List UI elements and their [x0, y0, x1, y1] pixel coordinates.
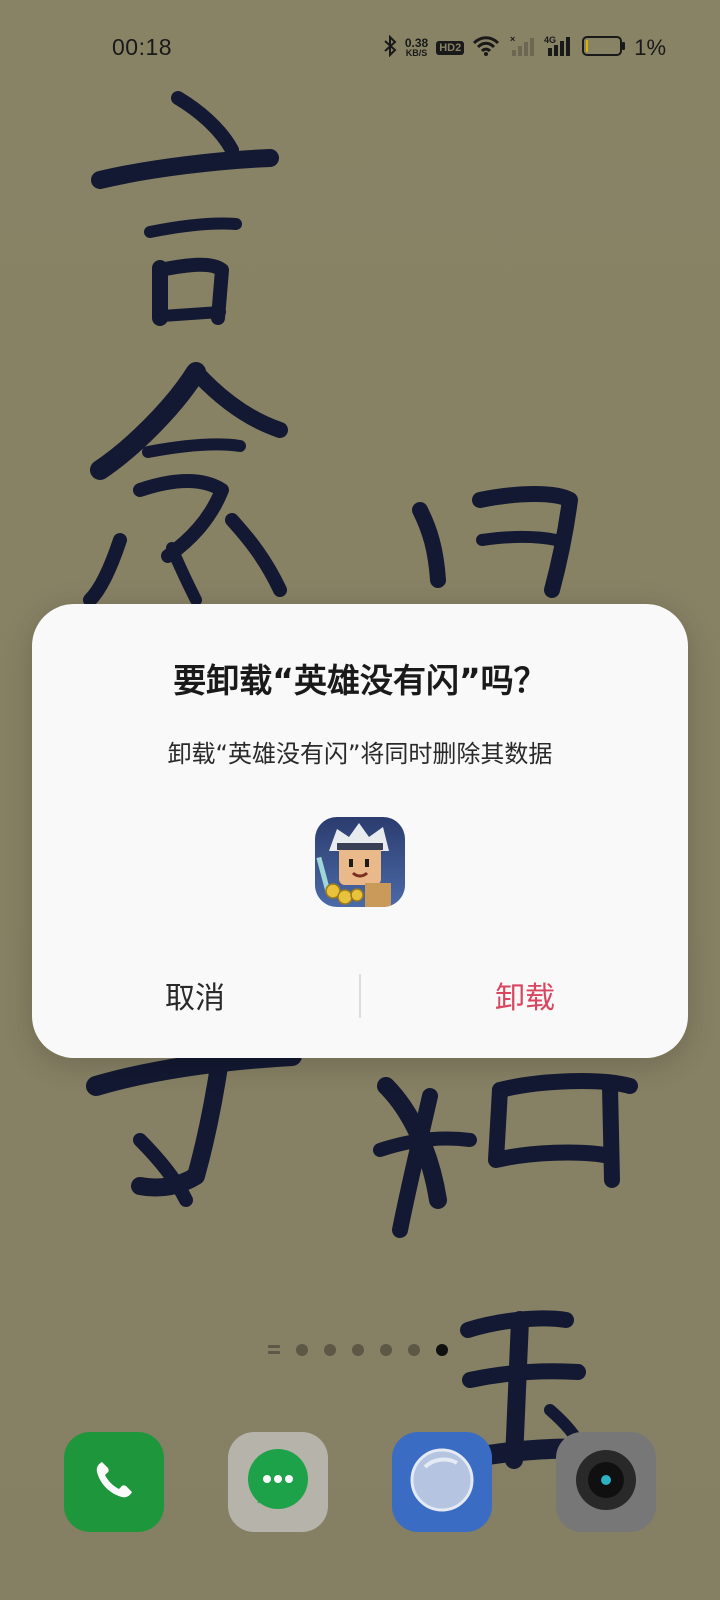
button-divider [359, 974, 361, 1018]
hero-game-app-icon [315, 817, 405, 907]
cancel-button[interactable]: 取消 [32, 970, 358, 1020]
dialog-message: 卸载“英雄没有闪”将同时删除其数据 [167, 740, 553, 768]
dialog-title: 要卸载“英雄没有闪”吗？ [173, 661, 547, 700]
uninstall-button[interactable]: 卸载 [362, 970, 688, 1020]
dialog-button-row: 取消 卸载 [32, 970, 688, 1020]
uninstall-dialog: 要卸载“英雄没有闪”吗？ 卸载“英雄没有闪”将同时删除其数据 取消 卸载 [32, 604, 688, 1058]
